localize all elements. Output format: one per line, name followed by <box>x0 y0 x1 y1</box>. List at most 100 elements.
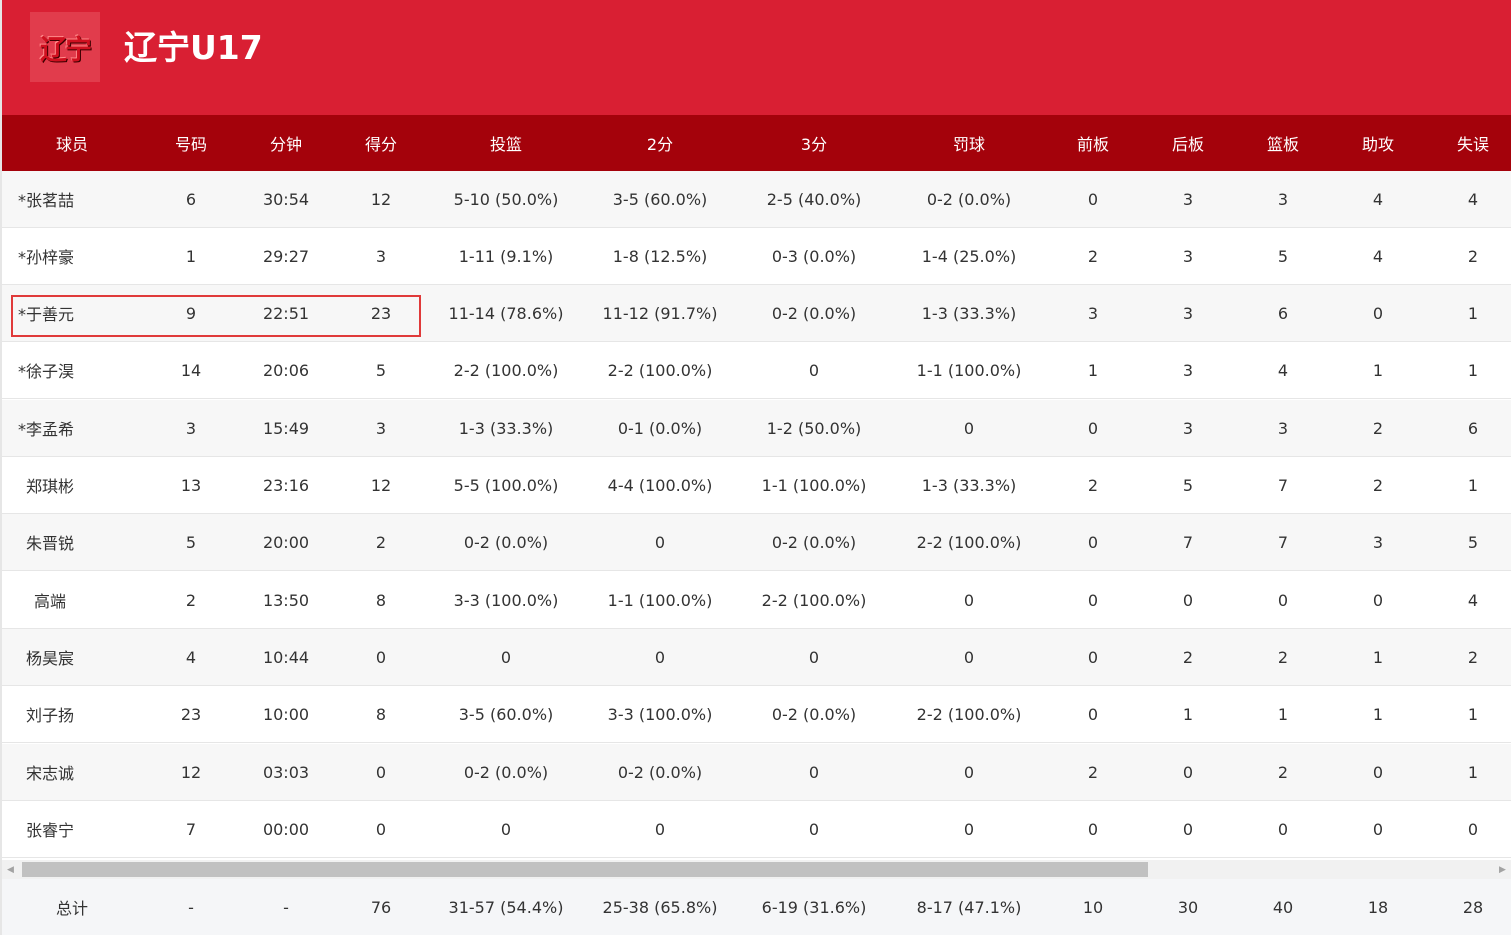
cell-field-goals: 11-14 (78.6%) <box>448 303 564 323</box>
cell-turnovers: 6 <box>1467 418 1479 438</box>
cell-assists: 3 <box>1372 532 1384 552</box>
cell-rebounds: 7 <box>1277 475 1289 495</box>
table-row: 郑琪彬 13 23:16 12 5-5 (100.0%) 4-4 (100.0%) 1-1 … <box>2 457 1511 514</box>
cell-field-goals: 0 <box>500 647 512 667</box>
cell-two-pointers: 1-1 (100.0%) <box>607 590 713 610</box>
cell-three-pointers: 1-1 (100.0%) <box>761 475 867 495</box>
cell-number: 9 <box>185 303 197 323</box>
cell-points: 8 <box>375 704 387 724</box>
cell-player: 杨昊宸 <box>25 649 74 668</box>
cell-number: 7 <box>185 819 197 839</box>
cell-two-pointers: 3-3 (100.0%) <box>607 704 713 724</box>
cell-three-pointers: 0 <box>808 762 820 782</box>
column-header-two-pointers: 2分 <box>646 135 674 154</box>
cell-defensive-rebounds: 2 <box>1182 647 1194 667</box>
cell-three-pointers: 2-5 (40.0%) <box>766 189 862 209</box>
cell-player: *于善元 <box>18 305 75 324</box>
cell-assists: 0 <box>1372 303 1384 323</box>
cell-player: *孙梓豪 <box>18 248 75 267</box>
cell-player: *张茗喆 <box>18 191 75 210</box>
cell-free-throws: 0-2 (0.0%) <box>926 189 1012 209</box>
table-row: 杨昊宸 4 10:44 0 0 0 0 0 0 2 2 1 2 <box>2 629 1511 686</box>
scroll-right-arrow-icon[interactable]: ▶ <box>1494 860 1511 879</box>
cell-minutes: 20:06 <box>262 360 310 380</box>
cell-free-throws: 0 <box>963 590 975 610</box>
cell-offensive-rebounds: 0 <box>1087 532 1099 552</box>
cell-field-goals: 2-2 (100.0%) <box>453 360 559 380</box>
cell-defensive-rebounds: 5 <box>1182 475 1194 495</box>
cell-two-pointers: 3-5 (60.0%) <box>612 189 708 209</box>
cell-number: 1 <box>185 246 197 266</box>
cell-rebounds: 4 <box>1277 360 1289 380</box>
cell-points: 0 <box>375 819 387 839</box>
cell-two-pointers: 0 <box>654 819 666 839</box>
total-number: - <box>188 897 194 917</box>
table-row: 宋志诚 12 03:03 0 0-2 (0.0%) 0-2 (0.0%) 0 0 2 0 2 0 1 <box>2 744 1511 801</box>
cell-rebounds: 3 <box>1277 418 1289 438</box>
cell-player: 刘子扬 <box>25 706 74 725</box>
cell-points: 23 <box>370 303 392 323</box>
cell-points: 3 <box>375 246 387 266</box>
cell-field-goals: 0-2 (0.0%) <box>463 762 549 782</box>
cell-turnovers: 0 <box>1467 819 1479 839</box>
cell-turnovers: 4 <box>1467 590 1479 610</box>
cell-two-pointers: 11-12 (91.7%) <box>602 303 718 323</box>
cell-three-pointers: 0-3 (0.0%) <box>771 246 857 266</box>
cell-turnovers: 4 <box>1467 189 1479 209</box>
cell-two-pointers: 0-1 (0.0%) <box>617 418 703 438</box>
cell-points: 0 <box>375 762 387 782</box>
cell-three-pointers: 0 <box>808 360 820 380</box>
cell-offensive-rebounds: 2 <box>1087 246 1099 266</box>
cell-defensive-rebounds: 3 <box>1182 360 1194 380</box>
cell-number: 5 <box>185 532 197 552</box>
cell-minutes: 00:00 <box>262 819 310 839</box>
total-points: 76 <box>370 897 392 917</box>
cell-rebounds: 1 <box>1277 704 1289 724</box>
cell-assists: 4 <box>1372 189 1384 209</box>
cell-offensive-rebounds: 0 <box>1087 704 1099 724</box>
cell-number: 2 <box>185 590 197 610</box>
cell-minutes: 29:27 <box>262 246 310 266</box>
table-row: *李孟希 3 15:49 3 1-3 (33.3%) 0-1 (0.0%) 1-2 (50.… <box>2 400 1511 457</box>
cell-rebounds: 0 <box>1277 819 1289 839</box>
total-player: 总计 <box>55 899 88 918</box>
cell-field-goals: 1-3 (33.3%) <box>458 418 554 438</box>
cell-minutes: 22:51 <box>262 303 310 323</box>
cell-minutes: 30:54 <box>262 189 310 209</box>
column-header-field-goals: 投篮 <box>489 135 522 154</box>
cell-offensive-rebounds: 0 <box>1087 418 1099 438</box>
total-rebounds: 40 <box>1272 897 1294 917</box>
cell-minutes: 13:50 <box>262 590 310 610</box>
cell-field-goals: 0-2 (0.0%) <box>463 532 549 552</box>
total-field-goals: 31-57 (54.4%) <box>448 897 564 917</box>
stats-column-header: 球员 号码 分钟 得分 投篮 2分 3分 罚球 前板 后板 篮板 助攻 失误 <box>2 115 1511 171</box>
cell-assists: 4 <box>1372 246 1384 266</box>
cell-offensive-rebounds: 3 <box>1087 303 1099 323</box>
cell-assists: 0 <box>1372 590 1384 610</box>
total-two-pointers: 25-38 (65.8%) <box>602 897 718 917</box>
cell-number: 23 <box>180 704 202 724</box>
cell-rebounds: 6 <box>1277 303 1289 323</box>
table-row: *孙梓豪 1 29:27 3 1-11 (9.1%) 1-8 (12.5%) 0-3 (0.… <box>2 228 1511 285</box>
cell-free-throws: 1-1 (100.0%) <box>916 360 1022 380</box>
cell-three-pointers: 2-2 (100.0%) <box>761 590 867 610</box>
column-header-points: 得分 <box>364 135 397 154</box>
scrollbar-thumb[interactable] <box>22 862 1148 877</box>
cell-assists: 1 <box>1372 647 1384 667</box>
cell-turnovers: 5 <box>1467 532 1479 552</box>
cell-assists: 1 <box>1372 360 1384 380</box>
totals-row: 总计 - - 76 31-57 (54.4%) 25-38 (65.8%) 6-19 (31… <box>2 879 1511 935</box>
cell-player: 郑琪彬 <box>25 477 74 496</box>
cell-two-pointers: 0-2 (0.0%) <box>617 762 703 782</box>
scroll-left-arrow-icon[interactable]: ◀ <box>2 860 19 879</box>
cell-three-pointers: 0-2 (0.0%) <box>771 532 857 552</box>
total-three-pointers: 6-19 (31.6%) <box>761 897 867 917</box>
cell-player: 朱晋锐 <box>25 534 74 553</box>
cell-turnovers: 2 <box>1467 246 1479 266</box>
cell-number: 14 <box>180 360 202 380</box>
cell-minutes: 15:49 <box>262 418 310 438</box>
cell-two-pointers: 0 <box>654 532 666 552</box>
total-assists: 18 <box>1367 897 1389 917</box>
horizontal-scrollbar[interactable]: ◀ ▶ <box>2 860 1511 879</box>
cell-points: 12 <box>370 475 392 495</box>
